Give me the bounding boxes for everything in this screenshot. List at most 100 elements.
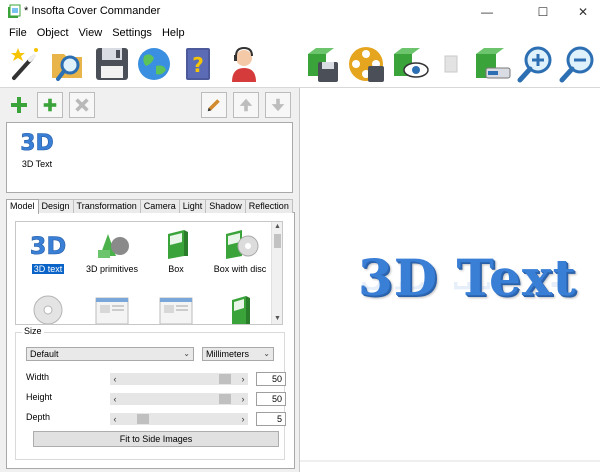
- slider-left-icon[interactable]: ‹: [110, 393, 120, 405]
- depth-label: Depth: [26, 412, 51, 422]
- export-image-icon[interactable]: [472, 44, 512, 84]
- screenshot-icon: [159, 297, 193, 324]
- height-slider-thumb[interactable]: [218, 394, 231, 404]
- depth-slider[interactable]: ‹ ›: [110, 413, 248, 425]
- width-slider-thumb[interactable]: [218, 374, 231, 384]
- zoom-out-icon[interactable]: [558, 44, 598, 84]
- depth-slider-thumb[interactable]: [136, 414, 149, 424]
- preview-eye-icon[interactable]: [390, 44, 430, 84]
- delete-project-button[interactable]: [69, 92, 95, 118]
- open-folder-icon[interactable]: [48, 44, 88, 84]
- gallery-scrollbar[interactable]: ▲ ▼: [271, 222, 282, 324]
- menu-file[interactable]: File: [4, 24, 32, 42]
- gallery-item-3d-primitives[interactable]: 3D primitives: [80, 228, 144, 274]
- move-down-button[interactable]: [265, 92, 291, 118]
- move-down-icon: [271, 98, 285, 112]
- menu-object[interactable]: Object: [32, 24, 74, 42]
- scroll-up-icon[interactable]: ▲: [272, 222, 282, 232]
- preview-bottom-edge: [300, 460, 600, 462]
- magic-wand-icon[interactable]: [4, 44, 44, 84]
- menu-view[interactable]: View: [74, 24, 108, 42]
- gallery-item-box[interactable]: Box: [144, 228, 208, 274]
- property-tabs: Model Design Transformation Camera Light…: [6, 199, 295, 214]
- size-group: Size Default ⌄ Millimeters ⌄ Width ‹ › 5…: [15, 326, 286, 460]
- scroll-thumb[interactable]: [274, 234, 281, 248]
- box-with-disc-icon: [226, 230, 259, 259]
- rename-icon: [207, 99, 220, 112]
- height-label: Height: [26, 392, 53, 402]
- add-project-button[interactable]: [6, 92, 32, 118]
- unit-value: Millimeters: [206, 349, 250, 359]
- close-icon: ✕: [577, 5, 589, 19]
- cd-disc-icon: [33, 295, 63, 324]
- 3d-text-icon: 3D: [29, 232, 66, 261]
- tab-design[interactable]: Design: [37, 199, 74, 213]
- fit-to-side-images-button[interactable]: Fit to Side Images: [33, 431, 279, 447]
- globe-icon[interactable]: [134, 44, 174, 84]
- gallery-item-screenshot[interactable]: [80, 292, 144, 324]
- height-input[interactable]: 50: [256, 392, 286, 406]
- svg-text:3D: 3D: [20, 131, 54, 155]
- add-small-button[interactable]: [37, 92, 63, 118]
- model-tab-panel: 3D 3D text 3D primitives Box Box with di…: [6, 213, 295, 469]
- save-disk-icon[interactable]: [92, 44, 132, 84]
- move-up-icon: [239, 98, 253, 112]
- 3d-text-icon: 3D: [20, 131, 54, 157]
- preview-canvas[interactable]: 3D Text 3D Text: [300, 88, 600, 472]
- tab-light[interactable]: Light: [178, 199, 207, 213]
- preview-reflection: 3D Text: [358, 282, 570, 300]
- tab-reflection[interactable]: Reflection: [244, 199, 293, 213]
- scroll-down-icon[interactable]: ▼: [272, 314, 282, 324]
- support-agent-icon[interactable]: [224, 44, 264, 84]
- help-book-icon[interactable]: ?: [178, 44, 218, 84]
- gallery-item-box-with-disc[interactable]: Box with disc: [208, 228, 272, 274]
- chevron-down-icon: ⌄: [183, 349, 190, 358]
- main-toolbar: ?: [0, 42, 600, 88]
- close-button[interactable]: ✕: [560, 0, 600, 24]
- menu-help[interactable]: Help: [157, 24, 190, 42]
- gallery-item-disc[interactable]: [16, 292, 80, 324]
- slider-left-icon[interactable]: ‹: [110, 373, 120, 385]
- depth-input[interactable]: 5: [256, 412, 286, 426]
- zoom-in-icon[interactable]: [516, 44, 556, 84]
- width-input[interactable]: 50: [256, 372, 286, 386]
- gallery-item-book[interactable]: [208, 292, 272, 324]
- render-video-icon[interactable]: [346, 44, 386, 84]
- gallery-item-3d-text[interactable]: 3D 3D text: [16, 228, 80, 274]
- project-list: 3D 3D Text: [6, 122, 293, 193]
- project-item-label: 3D Text: [21, 159, 53, 169]
- tab-shadow[interactable]: Shadow: [205, 199, 246, 213]
- svg-text:?: ?: [192, 53, 204, 77]
- gallery-item-screenshot-2[interactable]: [144, 292, 208, 324]
- rename-button[interactable]: [201, 92, 227, 118]
- slider-right-icon[interactable]: ›: [238, 393, 248, 405]
- window-title: * Insofta Cover Commander: [24, 5, 161, 17]
- width-label: Width: [26, 372, 50, 382]
- maximize-icon: ☐: [537, 5, 549, 19]
- unit-select[interactable]: Millimeters ⌄: [202, 347, 274, 361]
- menu-settings[interactable]: Settings: [107, 24, 157, 42]
- slider-right-icon[interactable]: ›: [238, 373, 248, 385]
- tab-transformation[interactable]: Transformation: [72, 199, 141, 213]
- add-icon: [11, 97, 27, 113]
- height-slider[interactable]: ‹ ›: [110, 393, 248, 405]
- tab-camera[interactable]: Camera: [139, 199, 180, 213]
- blank-icon[interactable]: [432, 44, 472, 84]
- minimize-icon: —: [481, 5, 493, 19]
- move-up-button[interactable]: [233, 92, 259, 118]
- left-pane: 3D 3D Text Model Design Transformation C…: [0, 88, 300, 472]
- slider-left-icon[interactable]: ‹: [110, 413, 120, 425]
- menu-bar: File Object View Settings Help: [0, 24, 600, 42]
- gallery-item-label: Box with disc: [213, 264, 267, 274]
- delete-icon: [75, 98, 89, 112]
- project-item[interactable]: 3D 3D Text: [17, 127, 57, 169]
- width-slider[interactable]: ‹ ›: [110, 373, 248, 385]
- chevron-down-icon: ⌄: [263, 349, 270, 358]
- size-preset-select[interactable]: Default ⌄: [26, 347, 194, 361]
- minimize-button[interactable]: —: [464, 0, 510, 24]
- tab-model[interactable]: Model: [6, 199, 39, 214]
- title-bar: * Insofta Cover Commander — ☐ ✕: [0, 0, 600, 24]
- slider-right-icon[interactable]: ›: [238, 413, 248, 425]
- save-image-icon[interactable]: [302, 44, 342, 84]
- book-icon: [232, 296, 250, 324]
